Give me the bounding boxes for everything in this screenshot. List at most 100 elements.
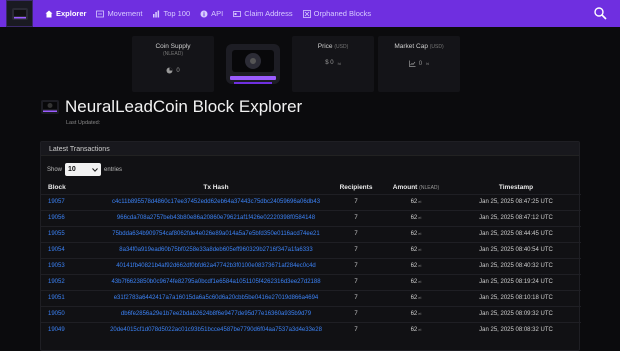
amount-value: 62 [410,199,418,205]
amount-value: 62 [410,263,418,269]
price-value: $ 0 [325,60,334,66]
nav-api[interactable]: API [195,9,228,18]
nav-top100-label: Top 100 [163,9,191,18]
col-recipients[interactable]: Recipients [331,182,381,194]
amount-unit: ei [418,247,422,252]
nav-explorer-label: Explorer [56,9,87,18]
line-chart-icon [408,60,416,67]
coin-logo [218,36,288,92]
top-navbar: Explorer Movement Top 100 API Claim Addr… [0,0,620,27]
col-hash[interactable]: Tx Hash [101,182,331,194]
block-link[interactable]: 19052 [41,273,101,290]
nav-top100[interactable]: Top 100 [147,9,195,18]
brand-logo[interactable] [6,0,33,27]
recipients-cell: 7 [331,273,381,290]
page-title: NeuralLeadCoin Block Explorer [65,97,303,116]
tx-hash-link[interactable]: 40141fb40821b4af92d662df0bfd62a47742b3f0… [101,257,331,274]
movement-icon [96,10,105,17]
tx-hash-link[interactable]: 75bdda634b909754caf8062fde4e026e89a014a5… [101,225,331,242]
nav-claim-address[interactable]: Claim Address [228,9,297,18]
timestamp-cell: Jan 25, 2025 08:08:32 UTC [451,321,581,338]
nav-movement[interactable]: Movement [91,9,147,18]
market-cap-label: Market Cap [394,43,428,50]
tx-hash-link[interactable]: 43b7f6623850b0c9674fe82795a0bcdf1e6584a1… [101,273,331,290]
panel-title: Latest Transactions [41,142,579,156]
table-row: 19050 db6fe2856a29e1b7ee2bdab2624b8f6e94… [41,305,581,322]
table-header-row: Block Tx Hash Recipients Amount (NLEAD) … [41,182,581,194]
entries-value: 10 [68,166,76,173]
block-link[interactable]: 19054 [41,241,101,258]
recipients-cell: 7 [331,257,381,274]
block-link[interactable]: 19049 [41,321,101,338]
col-timestamp[interactable]: Timestamp [451,182,581,194]
search-icon[interactable] [593,6,608,21]
amount-cell: 62ei [381,193,451,210]
nav-explorer[interactable]: Explorer [40,9,91,18]
tx-hash-link[interactable]: c4c11b895578d4860c17ee37452edd62eb64a374… [101,193,331,210]
col-amount[interactable]: Amount (NLEAD) [381,182,451,194]
block-link[interactable]: 19056 [41,209,101,226]
amount-cell: 62ei [381,273,451,290]
amount-value: 62 [410,295,418,301]
block-link[interactable]: 19051 [41,289,101,306]
block-link[interactable]: 19055 [41,225,101,242]
block-link[interactable]: 19053 [41,257,101,274]
amount-unit: ei [418,215,422,220]
nav-movement-label: Movement [107,9,143,18]
table-row: 19053 40141fb40821b4af92d662df0bfd62a477… [41,257,581,274]
nav-orphaned-blocks[interactable]: Orphaned Blocks [298,9,377,18]
price-value-unit: hi [337,60,341,66]
table-row: 19051 e31f2783a6442417a7a16015da6a5c60d6… [41,289,581,306]
stats-bar: Coin Supply (NLEAD) 0 Price (USD) $ 0 hi… [132,36,487,92]
tx-hash-link[interactable]: 966cda708a2757beb43b80e86a20860e79621af1… [101,209,331,226]
amount-cell: 62ei [381,209,451,226]
table-row: 19055 75bdda634b909754caf8062fde4e026e89… [41,225,581,242]
tx-hash-link[interactable]: 20de4015cf1d078d5022ac01c93b51bcce4587be… [101,321,331,338]
amount-cell: 62ei [381,257,451,274]
table-row: 19049 20de4015cf1d078d5022ac01c93b51bcce… [41,321,581,338]
col-block[interactable]: Block [41,182,101,194]
col-amount-label: Amount [392,184,418,192]
amount-unit: ei [418,263,422,268]
coin-supply-unit: (NLEAD) [162,51,183,57]
timestamp-cell: Jan 25, 2025 08:09:32 UTC [451,305,581,322]
latest-transactions-panel: Latest Transactions Show 10 entries Bloc… [40,141,581,351]
amount-value: 62 [410,327,418,334]
table-row: 19057 c4c11b895578d4860c17ee37452edd62eb… [41,193,581,210]
chart-icon [153,10,160,17]
entries-select[interactable]: 10 [65,163,102,176]
nav-claim-address-label: Claim Address [244,9,293,18]
market-cap-card: Market Cap (USD) 0 hi [378,36,460,92]
recipients-cell: 7 [331,289,381,306]
coin-supply-label: Coin Supply [155,43,191,50]
nav-api-label: API [211,9,224,18]
amount-cell: 62ei [381,305,451,322]
timestamp-cell: Jan 25, 2025 08:40:54 UTC [451,241,581,258]
amount-unit: ei [418,295,422,300]
recipients-cell: 7 [331,321,381,338]
tx-hash-link[interactable]: e31f2783a6442417a7a16015da6a5c60d6a20cbb… [101,289,331,306]
market-cap-unit: (USD) [429,44,444,50]
entries-control: Show 10 entries [47,163,122,176]
recipients-cell: 7 [331,209,381,226]
amount-value: 62 [410,311,418,317]
block-link[interactable]: 19050 [41,305,101,322]
coin-supply-value: 0 [176,67,180,74]
table-row: 19052 43b7f6623850b0c9674fe82795a0bcdf1e… [41,273,581,290]
market-cap-value-unit: hi [426,61,430,66]
amount-unit: ei [418,311,422,316]
amount-unit: ei [418,327,422,333]
coin-logo-small [41,100,59,114]
tx-hash-link[interactable]: 8a34f0a919ead60b75bf0258e33a8deb605eff96… [101,241,331,258]
price-card: Price (USD) $ 0 hi [292,36,374,92]
timestamp-cell: Jan 25, 2025 08:44:45 UTC [451,225,581,242]
amount-cell: 62ei [381,225,451,242]
page-header: NeuralLeadCoin Block Explorer [40,97,302,117]
claim-icon [233,10,242,17]
block-link[interactable]: 19057 [41,193,101,210]
orphan-icon [302,9,311,18]
transactions-table: Block Tx Hash Recipients Amount (NLEAD) … [41,182,581,338]
amount-cell: 62ei [381,289,451,306]
table-row: 19056 966cda708a2757beb43b80e86a20860e79… [41,209,581,226]
tx-hash-link[interactable]: db6fe2856a29e1b7ee2bdab2624b8f6e9477de95… [101,305,331,322]
